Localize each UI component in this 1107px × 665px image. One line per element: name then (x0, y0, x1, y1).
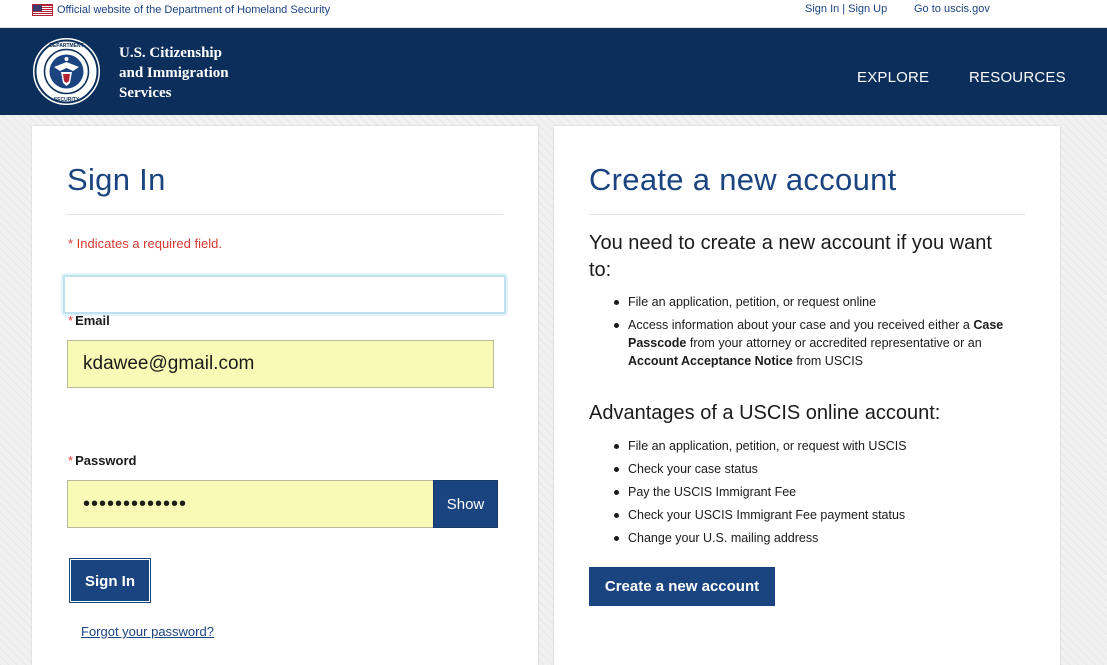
advantages-list: File an application, petition, or reques… (614, 437, 1028, 552)
list-item: Change your U.S. mailing address (614, 529, 1028, 547)
show-password-button[interactable]: Show (433, 480, 498, 528)
us-flag-icon (32, 4, 53, 16)
email-label: * Email (68, 313, 110, 328)
list-item: File an application, petition, or reques… (614, 437, 1028, 455)
focused-empty-input[interactable] (63, 275, 506, 314)
create-account-title: Create a new account (589, 162, 897, 197)
create-account-button[interactable]: Create a new account (589, 567, 775, 606)
utility-bar: Official website of the Department of Ho… (0, 0, 1107, 28)
list-item-text: Access information about your case and y… (628, 318, 974, 332)
required-star: * (68, 313, 74, 328)
official-website-text: Official website of the Department of Ho… (57, 4, 331, 16)
advantages-heading: Advantages of a USCIS online account: (589, 402, 941, 424)
list-item: Pay the USCIS Immigrant Fee (614, 483, 1028, 501)
list-item: Check your USCIS Immigrant Fee payment s… (614, 506, 1028, 524)
forgot-password-link[interactable]: Forgot your password? (81, 624, 214, 639)
need-account-heading: You need to create a new account if you … (589, 232, 992, 281)
list-item-text: from USCIS (792, 354, 864, 368)
list-item-text: from your attorney or accredited represe… (686, 336, 982, 350)
password-label-text: Password (75, 453, 137, 468)
account-acceptance-notice-term: Account Acceptance Notice (628, 354, 793, 368)
agency-name-line: U.S. Citizenship (119, 45, 222, 61)
list-item: Check your case status (614, 460, 1028, 478)
sign-in-button[interactable]: Sign In (70, 559, 150, 602)
list-item: Access information about your case and y… (614, 316, 1028, 370)
svg-text:DEPARTMENT: DEPARTMENT (49, 43, 83, 49)
link-separator: | (842, 3, 846, 15)
site-header: DEPARTMENT SECURITY U.S. Citizenship and… (0, 28, 1107, 115)
top-sign-up-link[interactable]: Sign Up (848, 3, 887, 15)
agency-name-line: Services (119, 85, 172, 101)
sign-in-title: Sign In (67, 162, 166, 197)
agency-name-line: and Immigration (119, 65, 229, 81)
account-links: Sign In | Sign Up (805, 3, 887, 15)
nav-resources[interactable]: RESOURCES (969, 69, 1066, 86)
create-account-card: Create a new account You need to create … (554, 126, 1060, 665)
need-account-list: File an application, petition, or reques… (614, 293, 1028, 375)
agency-name[interactable]: U.S. Citizenship and Immigration Service… (119, 43, 229, 103)
title-divider (589, 214, 1025, 215)
password-field[interactable]: ••••••••••••• (67, 480, 434, 528)
svg-text:SECURITY: SECURITY (54, 97, 80, 103)
email-label-text: Email (75, 313, 110, 328)
top-sign-in-link[interactable]: Sign In (805, 3, 839, 15)
required-field-note: * Indicates a required field. (68, 236, 222, 251)
email-field[interactable]: kdawee@gmail.com (67, 340, 494, 388)
title-divider (67, 214, 503, 215)
list-item: File an application, petition, or reques… (614, 293, 1028, 311)
dhs-seal-icon[interactable]: DEPARTMENT SECURITY (31, 36, 102, 107)
go-to-uscis-link[interactable]: Go to uscis.gov (914, 3, 990, 15)
nav-explore[interactable]: EXPLORE (857, 69, 929, 86)
password-label: * Password (68, 453, 136, 468)
required-star: * (68, 453, 74, 468)
sign-in-card: Sign In * Indicates a required field. * E… (32, 126, 538, 665)
